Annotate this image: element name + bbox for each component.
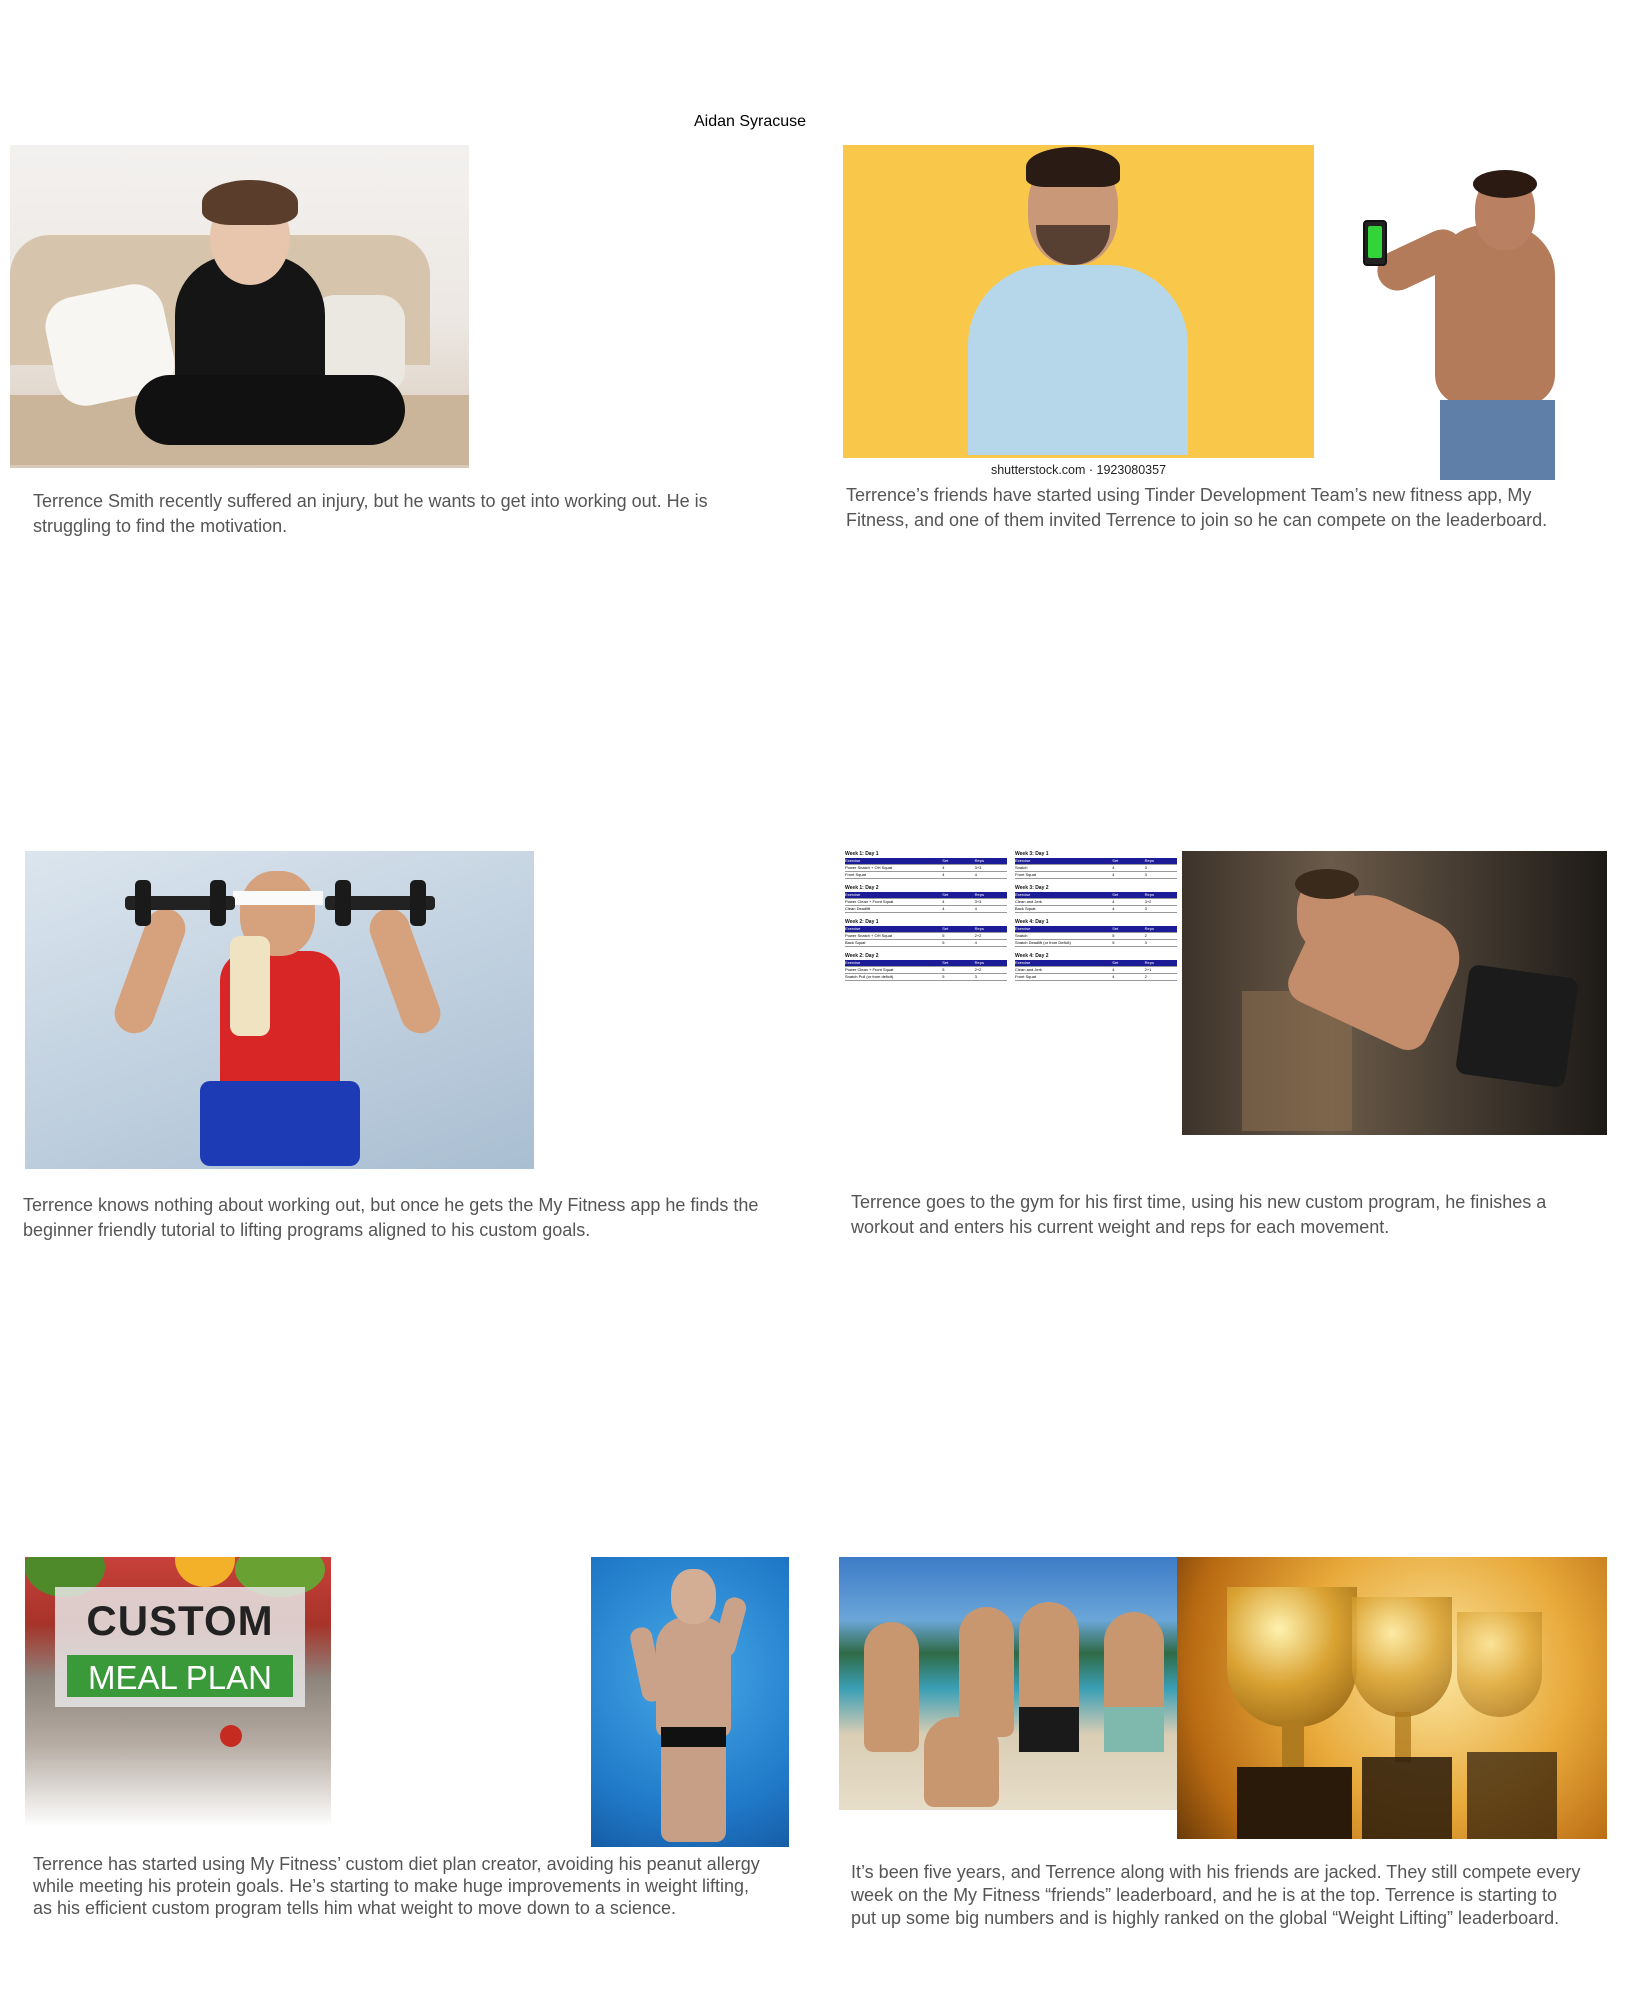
trophy-icon (1227, 1587, 1357, 1727)
program-table-block: Week 1: Day 2 Exercise Set Reps Power Clea… (845, 885, 1007, 913)
selfie-man-photo (1355, 145, 1585, 487)
program-table-block: Week 1: Day 1 Exercise Set Reps Power Snat… (845, 851, 1007, 879)
panel-3-caption: Terrence knows nothing about working out… (23, 1195, 759, 1240)
panel-2-caption: Terrence’s friends have started using Ti… (846, 485, 1548, 530)
workout-program-table: Week 1: Day 1 Exercise Set Reps Power Snat… (845, 851, 1185, 1021)
panel-1-caption: Terrence Smith recently suffered an inju… (33, 491, 708, 536)
program-table-block: Week 3: Day 2 Exercise Set Reps Clean and … (1015, 885, 1177, 913)
dumbbell-man-photo (25, 851, 534, 1169)
trophy-photo (1177, 1557, 1607, 1839)
sofa-photo (10, 145, 469, 468)
meal-plan-subtitle: MEAL PLAN (87, 1659, 272, 1696)
old-bodybuilder-photo (591, 1557, 789, 1847)
author-name: Aidan Syracuse (693, 113, 807, 130)
program-table-block: Week 3: Day 1 Exercise Set Reps Snatch 4 3 F… (1015, 851, 1177, 879)
program-table-block: Week 4: Day 1 Exercise Set Reps Snatch 5 2 S… (1015, 919, 1177, 947)
phone-icon (1363, 220, 1387, 266)
program-table-block: Week 2: Day 2 Exercise Set Reps Power Clea… (845, 953, 1007, 981)
friends-beach-photo (839, 1557, 1179, 1810)
gym-man-photo (1182, 851, 1607, 1135)
program-table-block: Week 2: Day 1 Exercise Set Reps Power Snat… (845, 919, 1007, 947)
panel-4-caption: Terrence goes to the gym for his first t… (851, 1192, 1547, 1237)
meal-plan-image: CUSTOM MEAL PLAN (25, 1557, 331, 1827)
panel-6-caption: It’s been five years, and Terrence along… (851, 1862, 1581, 1928)
meal-plan-title: CUSTOM (86, 1597, 274, 1644)
stock-credit: shutterstock.com · 1923080357 (990, 463, 1167, 477)
pointing-man-photo (843, 145, 1314, 458)
program-table-block: Week 4: Day 2 Exercise Set Reps Clean and … (1015, 953, 1177, 981)
panel-5-caption: Terrence has started using My Fitness’ c… (33, 1854, 760, 1918)
